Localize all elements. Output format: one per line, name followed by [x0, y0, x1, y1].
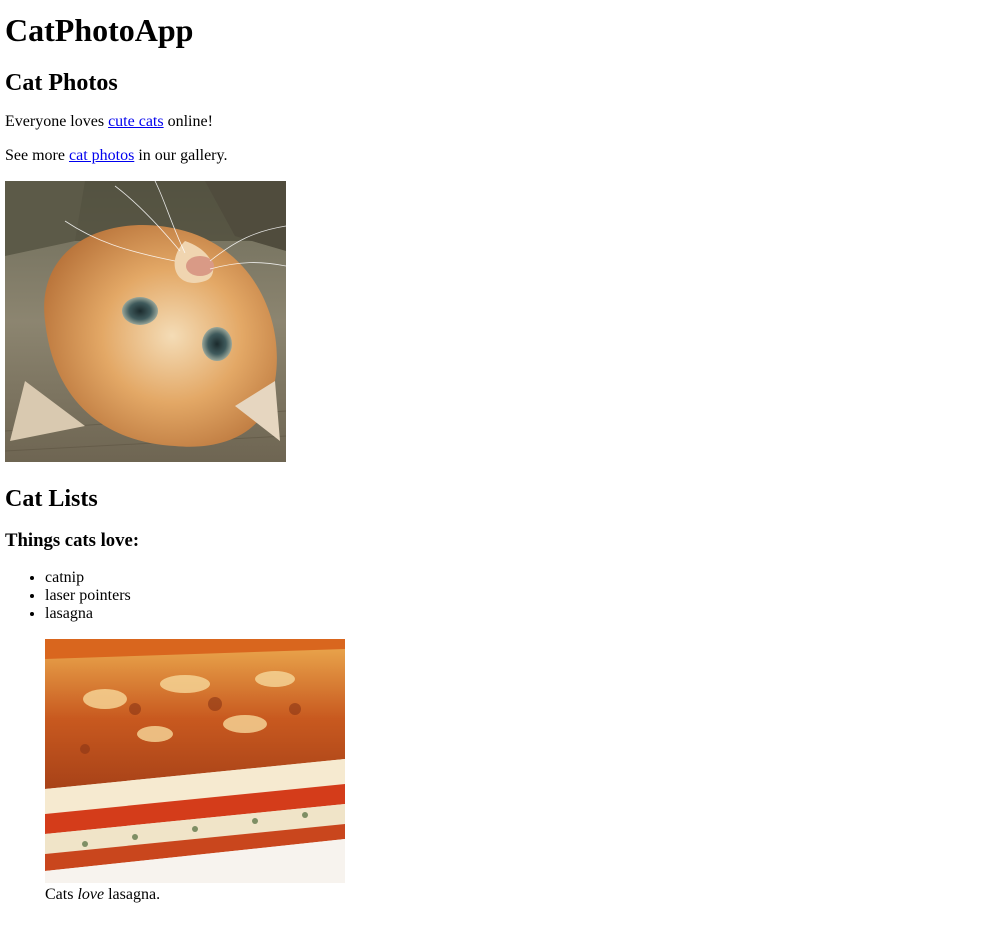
- cat-photos-link[interactable]: cat photos: [69, 147, 134, 164]
- list-item: lasagna: [45, 605, 1000, 623]
- intro-text-after: online!: [163, 113, 213, 130]
- cat-loves-list: catnip laser pointers lasagna: [5, 569, 1000, 623]
- gallery-text-after: in our gallery.: [134, 147, 228, 164]
- caption-text-after: lasagna.: [104, 886, 161, 903]
- list-item: catnip: [45, 569, 1000, 587]
- things-cats-love-heading: Things cats love:: [5, 530, 140, 551]
- kitten-photo-link[interactable]: [5, 181, 286, 462]
- lasagna-figure: Cats love lasagna.: [45, 639, 1000, 904]
- list-item: laser pointers: [45, 587, 1000, 605]
- cat-photos-section: Cat Photos Everyone loves cute cats onli…: [5, 69, 1000, 462]
- page-title: CatPhotoApp: [5, 12, 194, 48]
- cat-lists-heading: Cat Lists: [5, 486, 98, 512]
- cat-photos-heading: Cat Photos: [5, 70, 118, 96]
- main-content: CatPhotoApp Cat Photos Everyone loves cu…: [5, 12, 1000, 904]
- kitten-photo: [5, 181, 286, 462]
- lasagna-caption: Cats love lasagna.: [45, 886, 1000, 904]
- cute-cats-link[interactable]: cute cats: [108, 113, 164, 130]
- caption-emphasis: love: [77, 886, 105, 903]
- gallery-paragraph: See more cat photos in our gallery.: [5, 147, 1000, 165]
- caption-text-before: Cats: [45, 886, 78, 903]
- lasagna-image: [45, 639, 345, 883]
- intro-paragraph: Everyone loves cute cats online!: [5, 113, 1000, 131]
- cat-lists-section: Cat Lists Things cats love: catnip laser…: [5, 485, 1000, 904]
- intro-text-before: Everyone loves: [5, 113, 109, 130]
- gallery-text-before: See more: [5, 147, 69, 164]
- page: CatPhotoApp Cat Photos Everyone loves cu…: [0, 12, 1005, 904]
